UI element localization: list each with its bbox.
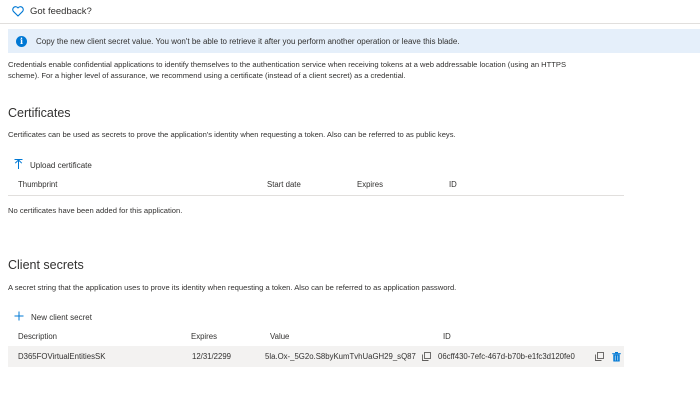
- client-secrets-title: Client secrets: [8, 258, 84, 272]
- intro-line-1: Credentials enable confidential applicat…: [8, 60, 567, 69]
- copy-id-icon[interactable]: [595, 352, 604, 361]
- credentials-intro: Credentials enable confidential applicat…: [8, 60, 618, 81]
- new-client-secret-label[interactable]: New client secret: [31, 313, 92, 322]
- client-secrets-table-header: Description Expires Value ID: [8, 327, 624, 346]
- column-header-thumbprint[interactable]: Thumbprint: [18, 180, 57, 189]
- certificates-empty-message: No certificates have been added for this…: [8, 206, 183, 215]
- column-header-expires[interactable]: Expires: [191, 332, 217, 341]
- feedback-bar[interactable]: Got feedback?: [0, 0, 700, 24]
- secret-id: 06cff430-7efc-467d-b70b-e1fc3d120fe0: [438, 352, 575, 361]
- info-icon: i: [16, 35, 27, 47]
- info-banner: i Copy the new client secret value. You …: [8, 29, 700, 53]
- column-header-value[interactable]: Value: [270, 332, 289, 341]
- app-registration-certificates-secrets-page: Got feedback? i Copy the new client secr…: [0, 0, 700, 404]
- copy-value-icon[interactable]: [422, 352, 431, 361]
- new-client-secret-button[interactable]: New client secret: [14, 311, 92, 323]
- column-header-start-date[interactable]: Start date: [267, 180, 301, 189]
- certificates-table-header: Thumbprint Start date Expires ID: [8, 175, 624, 196]
- secret-description: D365FOVirtualEntitiesSK: [18, 352, 106, 361]
- secret-value: 5la.Ox-_5G2o.S8byKumTvhUaGH29_sQ87: [265, 352, 416, 361]
- heart-icon: [12, 6, 24, 17]
- column-header-expires[interactable]: Expires: [357, 180, 383, 189]
- certificates-description: Certificates can be used as secrets to p…: [8, 130, 456, 139]
- delete-icon[interactable]: [612, 352, 621, 362]
- intro-line-2: scheme). For a higher level of assurance…: [8, 70, 406, 80]
- upload-certificate-button[interactable]: Upload certificate: [14, 159, 92, 171]
- secret-expires: 12/31/2299: [192, 352, 232, 361]
- table-row[interactable]: D365FOVirtualEntitiesSK 12/31/2299 5la.O…: [8, 346, 624, 367]
- column-header-description[interactable]: Description: [18, 332, 57, 341]
- client-secrets-description: A secret string that the application use…: [8, 283, 457, 292]
- certificates-title: Certificates: [8, 106, 71, 120]
- column-header-id[interactable]: ID: [449, 180, 457, 189]
- upload-icon: [14, 159, 23, 171]
- info-banner-text: Copy the new client secret value. You wo…: [36, 36, 460, 46]
- feedback-label[interactable]: Got feedback?: [30, 6, 92, 17]
- plus-icon: [14, 311, 24, 323]
- column-header-id[interactable]: ID: [443, 332, 451, 341]
- upload-certificate-label[interactable]: Upload certificate: [30, 161, 92, 170]
